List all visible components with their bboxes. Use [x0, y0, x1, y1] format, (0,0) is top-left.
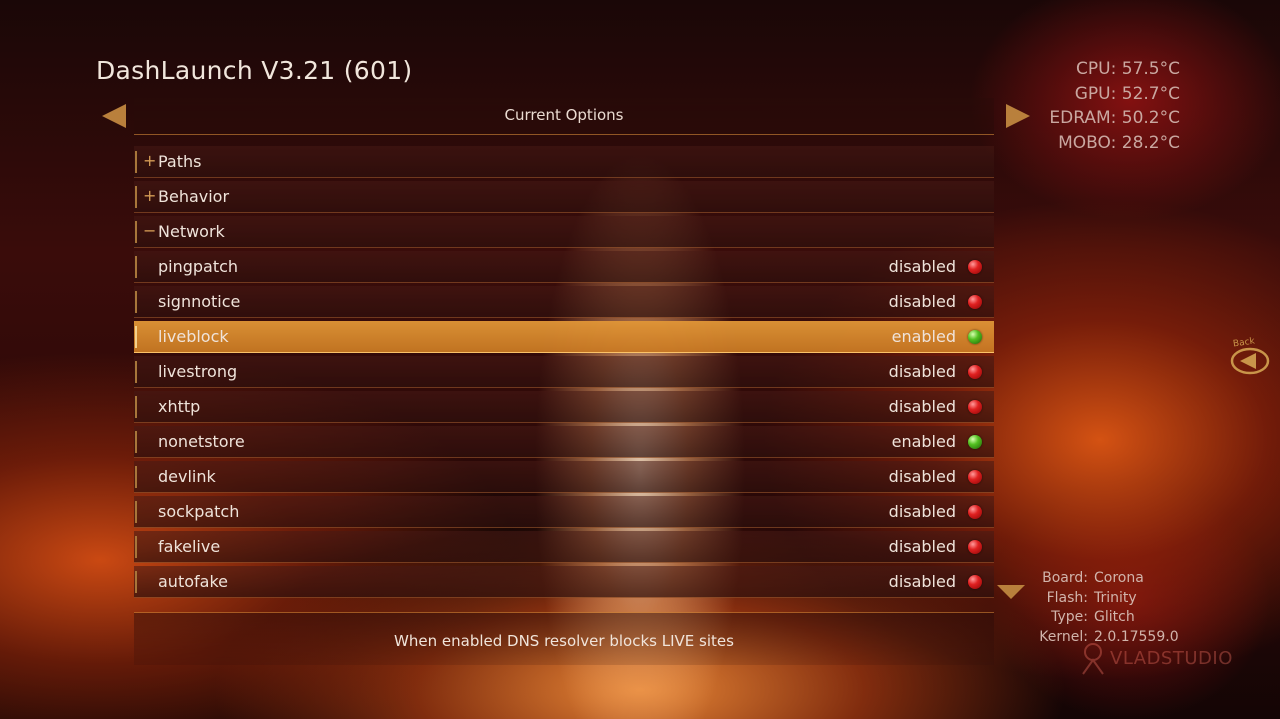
- row-edge: [135, 571, 137, 593]
- section-paths[interactable]: + Paths: [134, 146, 994, 178]
- status-indicator-icon: [968, 330, 982, 344]
- option-xhttp[interactable]: xhttp disabled: [134, 391, 994, 423]
- section-behavior[interactable]: + Behavior: [134, 181, 994, 213]
- row-edge: [135, 291, 137, 313]
- option-label: devlink: [158, 467, 216, 486]
- temperature-panel: CPU: 57.5°C GPU: 52.7°C EDRAM: 50.2°C MO…: [1049, 57, 1180, 155]
- row-edge: [135, 221, 137, 243]
- option-label: xhttp: [158, 397, 201, 416]
- expand-icon: +: [143, 186, 157, 205]
- row-edge: [135, 431, 137, 453]
- system-info: Board: Corona Flash: Trinity Type: Glitch K…: [1030, 569, 1190, 647]
- flash-info: Flash: Trinity: [1046, 589, 1137, 606]
- option-pingpatch[interactable]: pingpatch disabled: [134, 251, 994, 283]
- next-page-arrow-icon[interactable]: [1006, 104, 1030, 128]
- option-status: disabled: [888, 397, 956, 416]
- option-status: disabled: [888, 257, 956, 276]
- option-liveblock[interactable]: liveblock enabled: [134, 321, 994, 353]
- temp-mobo: MOBO: 28.2°C: [1058, 132, 1180, 153]
- status-indicator-icon: [968, 575, 982, 589]
- watermark: VLADSTUDIO: [1078, 640, 1238, 676]
- header-title: Current Options: [504, 106, 624, 124]
- option-status: disabled: [888, 467, 956, 486]
- watermark-logo-icon: [1082, 643, 1104, 675]
- row-edge: [135, 186, 137, 208]
- option-status: disabled: [888, 537, 956, 556]
- status-indicator-icon: [968, 295, 982, 309]
- temp-edram: EDRAM: 50.2°C: [1049, 108, 1180, 128]
- status-indicator-icon: [968, 470, 982, 484]
- collapse-icon: −: [143, 221, 157, 240]
- section-label: Network: [158, 222, 225, 241]
- back-button[interactable]: Back: [1230, 337, 1272, 378]
- status-indicator-icon: [968, 400, 982, 414]
- option-nonetstore[interactable]: nonetstore enabled: [134, 426, 994, 458]
- options-list: + Paths + Behavior − Network pingpatch d…: [134, 146, 994, 601]
- temp-gpu: GPU: 52.7°C: [1074, 83, 1180, 104]
- back-arrow-icon: [1230, 347, 1270, 375]
- description-footer: When enabled DNS resolver blocks LIVE si…: [134, 612, 994, 665]
- option-autofake[interactable]: autofake disabled: [134, 566, 994, 598]
- option-status: enabled: [891, 327, 956, 346]
- row-edge: [135, 466, 137, 488]
- option-label: nonetstore: [158, 432, 245, 451]
- option-status: enabled: [891, 432, 956, 451]
- option-label: signnotice: [158, 292, 241, 311]
- scroll-down-arrow-icon[interactable]: [997, 585, 1025, 599]
- row-edge: [135, 536, 137, 558]
- status-indicator-icon: [968, 435, 982, 449]
- expand-icon: +: [143, 151, 157, 170]
- option-label: liveblock: [158, 327, 229, 346]
- status-indicator-icon: [968, 365, 982, 379]
- option-status: disabled: [888, 362, 956, 381]
- board-info: Board: Corona: [1042, 570, 1144, 586]
- prev-page-arrow-icon[interactable]: [102, 104, 126, 128]
- section-label: Behavior: [158, 187, 230, 206]
- status-indicator-icon: [968, 505, 982, 519]
- status-indicator-icon: [968, 540, 982, 554]
- watermark-text: VLADSTUDIO: [1110, 648, 1233, 669]
- option-label: fakelive: [158, 537, 221, 556]
- option-label: sockpatch: [158, 502, 240, 521]
- header-bar: Current Options: [134, 98, 994, 135]
- row-edge: [135, 501, 137, 523]
- row-edge: [135, 256, 137, 278]
- option-fakelive[interactable]: fakelive disabled: [134, 531, 994, 563]
- section-label: Paths: [158, 152, 202, 171]
- row-edge: [135, 396, 137, 418]
- option-label: livestrong: [158, 362, 238, 381]
- option-status: disabled: [888, 572, 956, 591]
- row-edge: [135, 326, 137, 348]
- type-info: Type: Glitch: [1051, 609, 1135, 625]
- temp-cpu: CPU: 57.5°C: [1076, 59, 1180, 79]
- row-edge: [135, 151, 137, 173]
- row-edge: [135, 361, 137, 383]
- option-description: When enabled DNS resolver blocks LIVE si…: [394, 632, 734, 650]
- option-signnotice[interactable]: signnotice disabled: [134, 286, 994, 318]
- option-sockpatch[interactable]: sockpatch disabled: [134, 496, 994, 528]
- option-livestrong[interactable]: livestrong disabled: [134, 356, 994, 388]
- status-indicator-icon: [968, 260, 982, 274]
- option-label: autofake: [158, 572, 228, 591]
- option-devlink[interactable]: devlink disabled: [134, 461, 994, 493]
- option-label: pingpatch: [158, 257, 239, 276]
- option-status: disabled: [888, 292, 956, 311]
- section-network[interactable]: − Network: [134, 216, 994, 248]
- option-status: disabled: [888, 502, 956, 521]
- app-title: DashLaunch V3.21 (601): [96, 56, 413, 85]
